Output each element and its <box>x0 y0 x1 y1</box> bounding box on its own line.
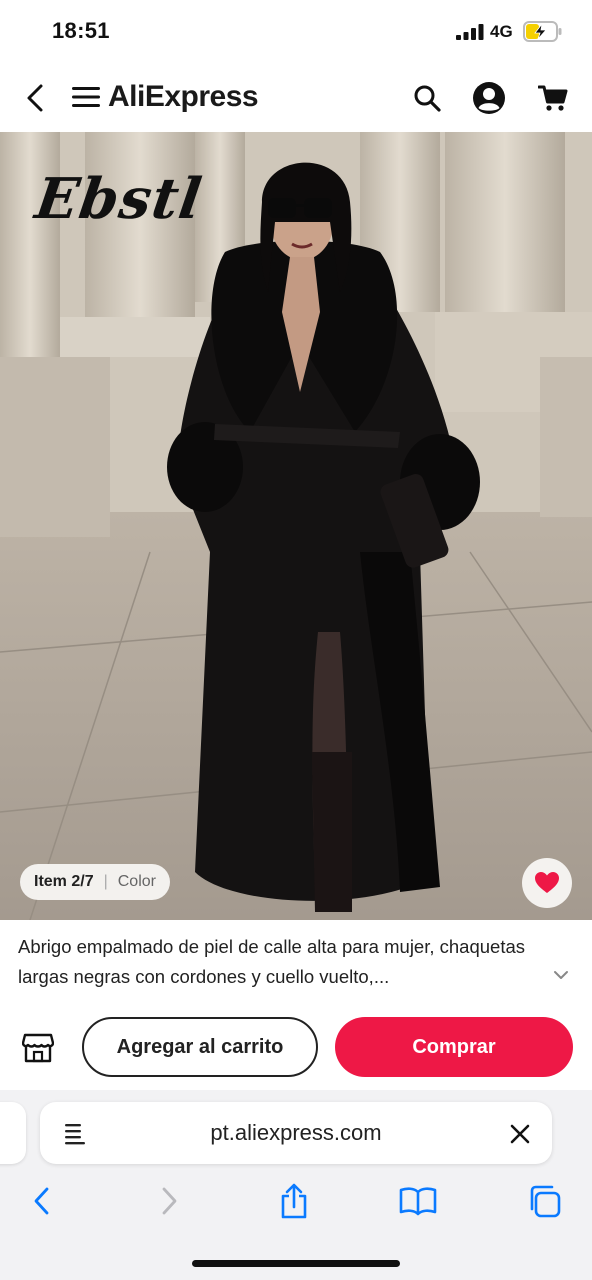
aliexpress-logo[interactable]: AliExpress <box>108 80 259 114</box>
url-text[interactable]: pt.aliexpress.com <box>40 1102 552 1164</box>
app-header: AliExpress <box>0 64 592 160</box>
share-icon <box>281 1183 307 1219</box>
browser-back-button[interactable] <box>20 1182 64 1220</box>
forward-arrow-icon <box>162 1187 177 1215</box>
bookmarks-icon <box>399 1187 437 1216</box>
chevron-down-icon <box>554 971 568 979</box>
browser-toolbar: pt.aliexpress.com <box>0 1090 592 1280</box>
status-bar: 18:51 4G <box>0 0 592 64</box>
account-button[interactable] <box>469 78 509 118</box>
browser-forward-button[interactable] <box>147 1182 191 1220</box>
heart-icon <box>535 872 559 893</box>
add-to-cart-button[interactable]: Agregar al carrito <box>82 1017 318 1077</box>
item-index: Item 2/7 <box>34 873 94 890</box>
product-photo <box>0 132 592 920</box>
share-button[interactable] <box>272 1182 316 1220</box>
watermark-text: Ebstl <box>31 166 207 232</box>
back-arrow-icon <box>34 1187 49 1215</box>
back-button[interactable] <box>18 78 52 118</box>
search-icon <box>414 85 441 112</box>
tabs-button[interactable] <box>522 1182 566 1220</box>
home-indicator[interactable] <box>192 1260 400 1267</box>
address-bar[interactable]: pt.aliexpress.com <box>40 1102 552 1164</box>
close-icon <box>510 1124 530 1144</box>
previous-tab-peek[interactable] <box>0 1102 26 1164</box>
product-image[interactable]: Ebstl Item 2/7 | Color <box>0 132 592 920</box>
tabs-icon <box>530 1185 561 1218</box>
color-label: Color <box>117 873 156 890</box>
purchase-action-bar: Agregar al carrito Comprar <box>0 1000 592 1090</box>
status-time: 18:51 <box>52 18 110 43</box>
badge-separator: | <box>103 873 108 890</box>
store-icon <box>22 1033 54 1063</box>
expand-title-button[interactable] <box>550 964 572 986</box>
product-title: Abrigo empalmado de piel de calle alta p… <box>18 936 526 987</box>
battery-charging-icon <box>523 21 562 42</box>
store-button[interactable] <box>18 1030 58 1066</box>
cart-icon <box>538 85 568 111</box>
clear-url-button[interactable] <box>506 1120 534 1148</box>
logo-text: AliExpress <box>108 80 259 113</box>
menu-button[interactable] <box>70 80 102 114</box>
bookmarks-button[interactable] <box>396 1182 440 1220</box>
user-circle-icon <box>473 82 505 114</box>
search-button[interactable] <box>408 78 446 118</box>
cellular-signal-icon <box>456 24 484 40</box>
buy-now-button[interactable]: Comprar <box>335 1017 573 1077</box>
item-counter-badge[interactable]: Item 2/7 | Color <box>20 864 170 900</box>
network-type: 4G <box>490 22 513 41</box>
chevron-left-icon <box>27 84 43 112</box>
cart-button[interactable] <box>533 78 573 118</box>
wishlist-button[interactable] <box>522 858 572 908</box>
hamburger-menu-icon <box>72 87 100 107</box>
